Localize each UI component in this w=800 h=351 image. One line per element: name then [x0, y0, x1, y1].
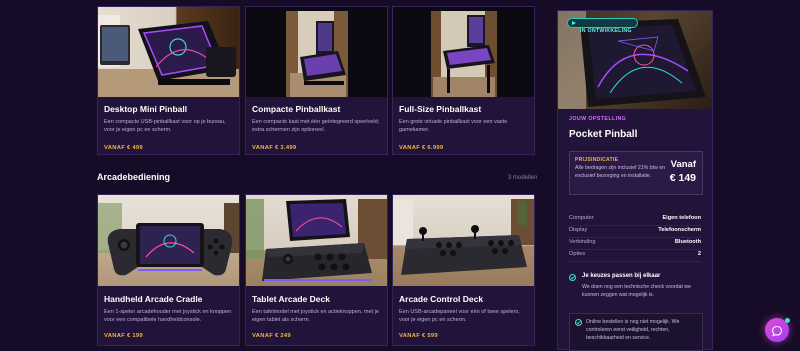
spec-value: Bluetooth: [674, 239, 701, 245]
status-badge: IN ONTWIKKELING: [567, 18, 638, 34]
price-from-label: Vanaf: [670, 159, 696, 170]
product-image-arcade-control-deck: [393, 195, 534, 286]
product-card-compacte-pinballkast[interactable]: Compacte Pinballkast Een compacte kast m…: [245, 6, 388, 155]
section-title-arcadebediening: Arcadebediening: [97, 172, 171, 182]
spec-value: Telefoonscherm: [658, 227, 701, 233]
product-name: Compacte Pinballkast: [252, 104, 341, 114]
check-circle-icon: [569, 274, 576, 281]
product-name: Handheld Arcade Cradle: [104, 294, 203, 304]
product-description: Een USB-arcadepaneel voor één of twee sp…: [399, 309, 520, 323]
spec-row-opties: Opties 2: [569, 249, 701, 262]
compatibility-check: Je keuzes passen bij elkaar We doen nog …: [569, 273, 703, 309]
product-price: VANAF € 249: [252, 333, 291, 339]
product-card-tablet-arcade-deck[interactable]: Tablet Arcade Deck Een tafelmodel met jo…: [245, 194, 388, 346]
panel-eyebrow: JOUW OPSTELLING: [569, 116, 627, 122]
check-title: Je keuzes passen bij elkaar: [582, 273, 661, 279]
product-description: Een compacte kast met één geïntegreerd s…: [252, 119, 380, 133]
price-amount: € 149: [669, 172, 696, 184]
product-name: Tablet Arcade Deck: [252, 294, 330, 304]
product-price: VANAF € 6.999: [399, 145, 444, 151]
spec-key: Verbinding: [569, 239, 596, 245]
product-name: Desktop Mini Pinball: [104, 104, 188, 114]
spec-value: Eigen telefoon: [662, 215, 701, 221]
order-notice: Online bestellen is nog niet mogelijk. W…: [569, 313, 703, 351]
price-indication-box: PRIJSINDICATIE Alle bedragen zijn inclus…: [569, 151, 703, 195]
notification-dot: [785, 318, 790, 323]
order-notice-text: Online bestellen is nog niet mogelijk. W…: [586, 319, 680, 341]
price-indication-label: PRIJSINDICATIE: [575, 157, 619, 163]
product-card-desktop-mini-pinball[interactable]: Desktop Mini Pinball Een compacte USB-pi…: [97, 6, 240, 155]
product-description: Een 1-speler arcadehouder met joystick e…: [104, 309, 232, 323]
product-price: VANAF € 3.499: [252, 145, 297, 151]
check-circle-icon: [575, 319, 582, 326]
section-count: 3 modellen: [508, 175, 538, 181]
price-indication-text: Alle bedragen zijn inclusief 21% btw en …: [575, 165, 665, 179]
spec-key: Display: [569, 227, 588, 233]
play-icon: [572, 21, 576, 26]
product-name: Arcade Control Deck: [399, 294, 484, 304]
product-image-tablet-arcade-deck: [246, 195, 387, 286]
product-card-handheld-arcade-cradle[interactable]: Handheld Arcade Cradle Een 1-speler arca…: [97, 194, 240, 346]
product-image-desktop-mini-pinball: [98, 7, 239, 97]
chat-button[interactable]: [765, 318, 790, 342]
check-text: We doen nog een technische check voordat…: [582, 284, 691, 298]
product-image-full-size-pinballkast: [393, 7, 534, 97]
product-description: Een tafelmodel met joystick en actieknop…: [252, 309, 379, 323]
product-price: VANAF € 199: [104, 333, 143, 339]
product-card-full-size-pinballkast[interactable]: Full-Size Pinballkast Een grote virtuele…: [392, 6, 535, 155]
product-card-arcade-control-deck[interactable]: Arcade Control Deck Een USB-arcadepaneel…: [392, 194, 535, 346]
product-price: VANAF € 499: [104, 145, 143, 151]
spec-key: Opties: [569, 251, 586, 257]
product-description: Een compacte USB-pinballkast voor op je …: [104, 119, 226, 133]
product-description: Een grote virtuele pinballkast voor een …: [399, 119, 508, 133]
spec-key: Computer: [569, 215, 594, 221]
configuration-panel: IN ONTWIKKELING JOUW OPSTELLING Pocket P…: [557, 10, 713, 351]
status-badge-label: IN ONTWIKKELING: [580, 28, 632, 34]
product-image-handheld-arcade-cradle: [98, 195, 239, 286]
panel-title: Pocket Pinball: [569, 129, 638, 140]
product-name: Full-Size Pinballkast: [399, 104, 482, 114]
product-image-compacte-pinballkast: [246, 7, 387, 97]
chat-icon: [771, 324, 783, 337]
product-price: VANAF € 599: [399, 333, 438, 339]
spec-value: 2: [697, 251, 701, 257]
